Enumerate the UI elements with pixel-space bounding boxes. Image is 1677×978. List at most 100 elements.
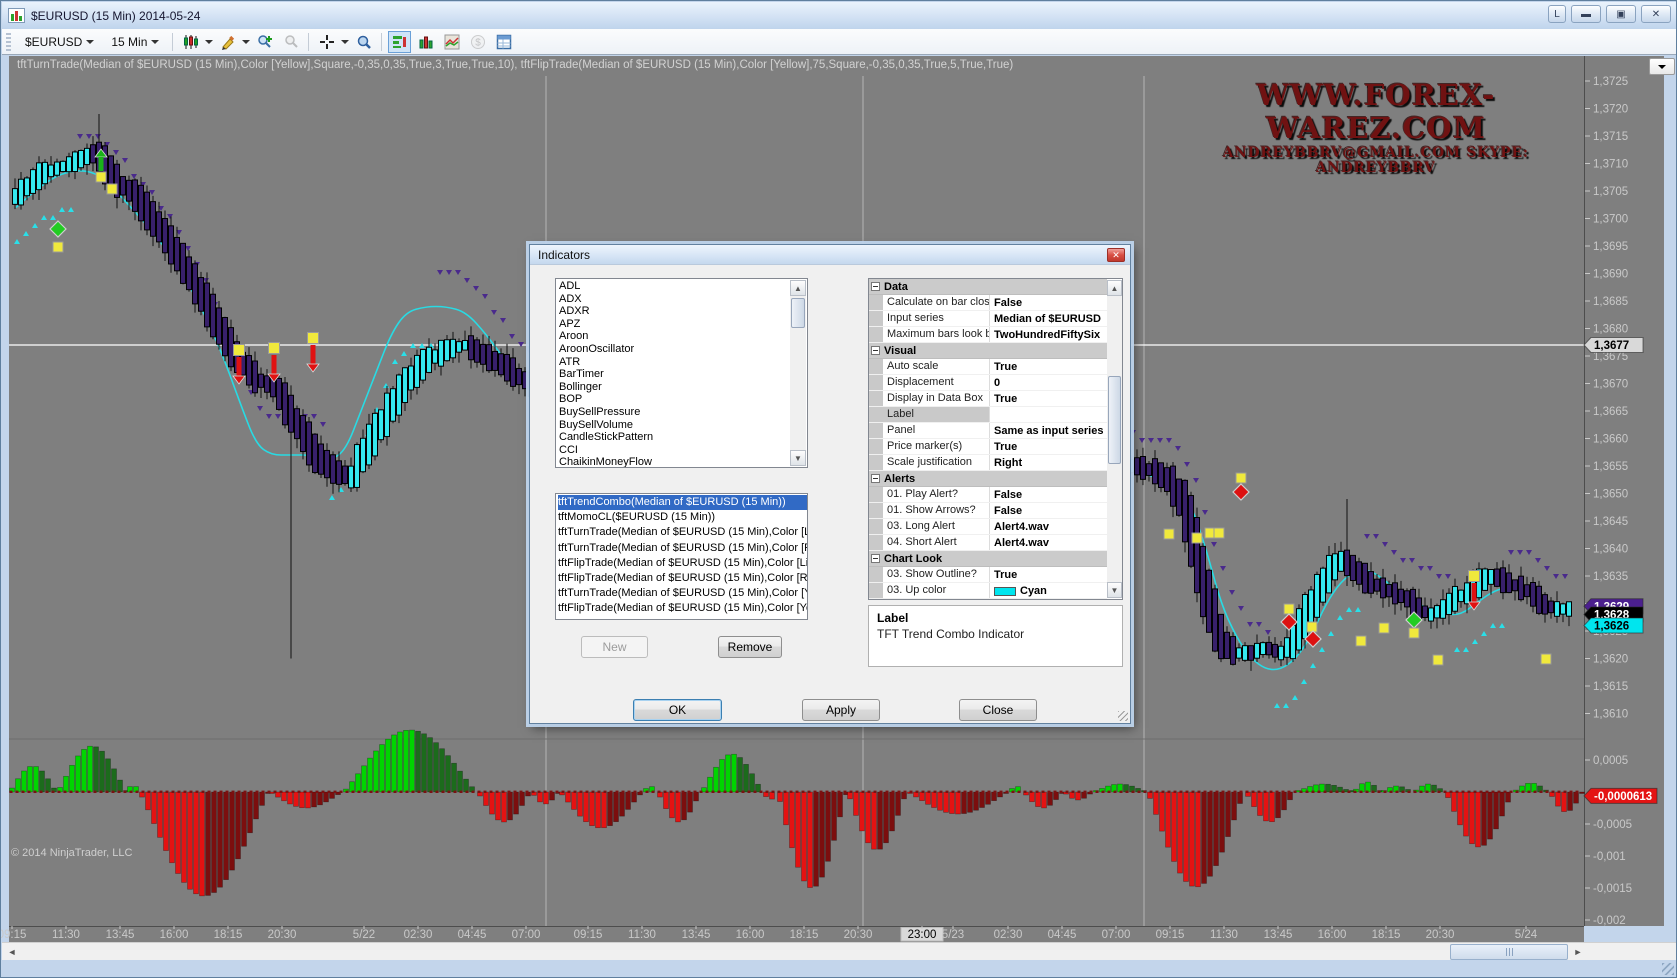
- grid-scrollbar[interactable]: ▲ ▼: [1107, 280, 1122, 598]
- maximize-button[interactable]: ▣: [1606, 5, 1636, 23]
- zoom-out-button: [279, 31, 302, 53]
- indicator-item[interactable]: ChaikinMoneyFlow: [559, 456, 807, 468]
- indicator-item[interactable]: BuySellVolume: [559, 419, 807, 432]
- chart-panel-button[interactable]: [388, 31, 411, 53]
- ok-button[interactable]: OK: [633, 699, 722, 721]
- property-row[interactable]: PanelSame as input series: [869, 423, 1107, 439]
- title-bar[interactable]: $EURUSD (15 Min) 2014-05-24 L ▬ ▣ ✕: [2, 2, 1677, 29]
- price-axis[interactable]: [1584, 56, 1664, 926]
- scrollbar-thumb[interactable]: [1108, 376, 1121, 464]
- data-box-button[interactable]: [352, 31, 375, 53]
- configured-indicator-item[interactable]: tftFlipTrade(Median of $EURUSD (15 Min),…: [558, 556, 807, 571]
- configured-indicator-item[interactable]: tftTurnTrade(Median of $EURUSD (15 Min),…: [558, 586, 807, 601]
- configured-indicator-item[interactable]: tftFlipTrade(Median of $EURUSD (15 Min),…: [558, 601, 807, 616]
- dialog-title-bar[interactable]: Indicators ✕: [530, 245, 1130, 265]
- collapse-icon[interactable]: [871, 282, 880, 291]
- indicator-item[interactable]: APZ: [559, 318, 807, 331]
- drawing-tools-button[interactable]: [216, 31, 239, 53]
- scroll-up-button[interactable]: ▲: [1107, 280, 1122, 296]
- indicator-properties-grid[interactable]: DataCalculate on bar closFalseInput seri…: [868, 278, 1123, 600]
- property-row[interactable]: 01. Play Alert?False: [869, 487, 1107, 503]
- candlestick-icon: [183, 34, 199, 50]
- property-row[interactable]: 03. Up colorCyan: [869, 583, 1107, 599]
- zoom-in-button[interactable]: [253, 31, 276, 53]
- chevron-down-icon[interactable]: [205, 40, 213, 44]
- remove-button[interactable]: Remove: [718, 636, 782, 658]
- configured-indicators-list[interactable]: tftTrendCombo(Median of $EURUSD (15 Min)…: [555, 493, 808, 620]
- collapse-icon[interactable]: [871, 346, 880, 355]
- time-axis[interactable]: [9, 926, 1584, 942]
- apply-button[interactable]: Apply: [802, 699, 880, 721]
- chevron-down-icon[interactable]: [242, 40, 250, 44]
- horizontal-scrollbar[interactable]: ◄ ►: [2, 942, 1677, 960]
- configured-indicator-item[interactable]: tftTurnTrade(Median of $EURUSD (15 Min),…: [558, 541, 807, 556]
- scroll-down-button[interactable]: ▼: [1107, 582, 1122, 598]
- dialog-resize-grip[interactable]: [1118, 711, 1128, 721]
- interval-dropdown[interactable]: 15 Min: [104, 32, 166, 52]
- price-axis-menu-button[interactable]: [1649, 58, 1675, 75]
- close-button[interactable]: ✕: [1641, 5, 1671, 23]
- chevron-down-icon[interactable]: [341, 40, 349, 44]
- scroll-down-button[interactable]: ▼: [790, 450, 806, 466]
- configured-indicator-item[interactable]: tftMomoCL($EURUSD (15 Min)): [558, 510, 807, 525]
- indicators-dialog: Indicators ✕ ▲ ▼ ADLADXADXRAPZAroonAroon…: [529, 244, 1131, 724]
- indicator-item[interactable]: CandleStickPattern: [559, 431, 807, 444]
- property-section[interactable]: Data: [869, 279, 1107, 295]
- indicator-item[interactable]: BarTimer: [559, 368, 807, 381]
- minimize-button[interactable]: ▬: [1571, 5, 1601, 23]
- description-text: TFT Trend Combo Indicator: [877, 627, 1114, 641]
- window-link-button[interactable]: L: [1548, 5, 1566, 23]
- scroll-left-button[interactable]: ◄: [4, 944, 20, 960]
- indicator-item[interactable]: AroonOscillator: [559, 343, 807, 356]
- property-row[interactable]: 03. Long AlertAlert4.wav: [869, 519, 1107, 535]
- instrument-dropdown[interactable]: $EURUSD: [18, 32, 101, 52]
- scrollbar-thumb[interactable]: [1450, 944, 1568, 960]
- property-section[interactable]: Alerts: [869, 471, 1107, 487]
- property-row[interactable]: Maximum bars look bTwoHundredFiftySix: [869, 327, 1107, 343]
- dialog-close-button[interactable]: ✕: [1107, 248, 1125, 262]
- property-row[interactable]: Scale justificationRight: [869, 455, 1107, 471]
- property-row[interactable]: Price marker(s)True: [869, 439, 1107, 455]
- indicator-item[interactable]: ADL: [559, 280, 807, 293]
- collapse-icon[interactable]: [871, 474, 880, 483]
- property-row[interactable]: Auto scaleTrue: [869, 359, 1107, 375]
- collapse-icon[interactable]: [871, 554, 880, 563]
- toolbar-grip[interactable]: [6, 33, 11, 51]
- property-section[interactable]: Visual: [869, 343, 1107, 359]
- property-row[interactable]: Display in Data BoxTrue: [869, 391, 1107, 407]
- property-row[interactable]: Label: [869, 407, 1107, 423]
- indicator-item[interactable]: ATR: [559, 356, 807, 369]
- dollar-icon: $: [470, 34, 486, 50]
- scroll-right-button[interactable]: ►: [1570, 944, 1586, 960]
- description-title: Label: [877, 611, 1114, 625]
- indicator-item[interactable]: Bollinger: [559, 381, 807, 394]
- indicator-item[interactable]: BuySellPressure: [559, 406, 807, 419]
- close-dialog-button[interactable]: Close: [959, 699, 1037, 721]
- region-chart-button[interactable]: [440, 31, 463, 53]
- property-row[interactable]: 04. Short AlertAlert4.wav: [869, 535, 1107, 551]
- configured-indicator-item[interactable]: tftTurnTrade(Median of $EURUSD (15 Min),…: [558, 525, 807, 540]
- indicator-item[interactable]: ADXR: [559, 305, 807, 318]
- resize-grip[interactable]: [1662, 963, 1674, 975]
- property-row[interactable]: Input seriesMedian of $EURUSD: [869, 311, 1107, 327]
- configured-indicator-item[interactable]: tftFlipTrade(Median of $EURUSD (15 Min),…: [558, 571, 807, 586]
- crosshair-button[interactable]: [315, 31, 338, 53]
- configured-indicator-item[interactable]: tftTrendCombo(Median of $EURUSD (15 Min)…: [558, 495, 807, 510]
- chart-style-button[interactable]: [179, 31, 202, 53]
- chart-properties-button[interactable]: [492, 31, 515, 53]
- list-scrollbar[interactable]: ▲ ▼: [790, 280, 806, 466]
- indicator-item[interactable]: Aroon: [559, 330, 807, 343]
- scrollbar-thumb[interactable]: [791, 298, 805, 328]
- scroll-up-button[interactable]: ▲: [790, 280, 806, 296]
- indicator-item[interactable]: BOP: [559, 393, 807, 406]
- volume-button[interactable]: [414, 31, 437, 53]
- property-row[interactable]: 01. Show Arrows?False: [869, 503, 1107, 519]
- indicator-item[interactable]: ADX: [559, 293, 807, 306]
- property-section[interactable]: Chart Look: [869, 551, 1107, 567]
- indicator-item[interactable]: CCI: [559, 444, 807, 457]
- available-indicators-list[interactable]: ▲ ▼ ADLADXADXRAPZAroonAroonOscillatorATR…: [555, 278, 808, 468]
- property-row[interactable]: Calculate on bar closFalse: [869, 295, 1107, 311]
- copyright-label: © 2014 NinjaTrader, LLC: [11, 847, 132, 859]
- property-row[interactable]: 03. Show Outline?True: [869, 567, 1107, 583]
- property-row[interactable]: Displacement0: [869, 375, 1107, 391]
